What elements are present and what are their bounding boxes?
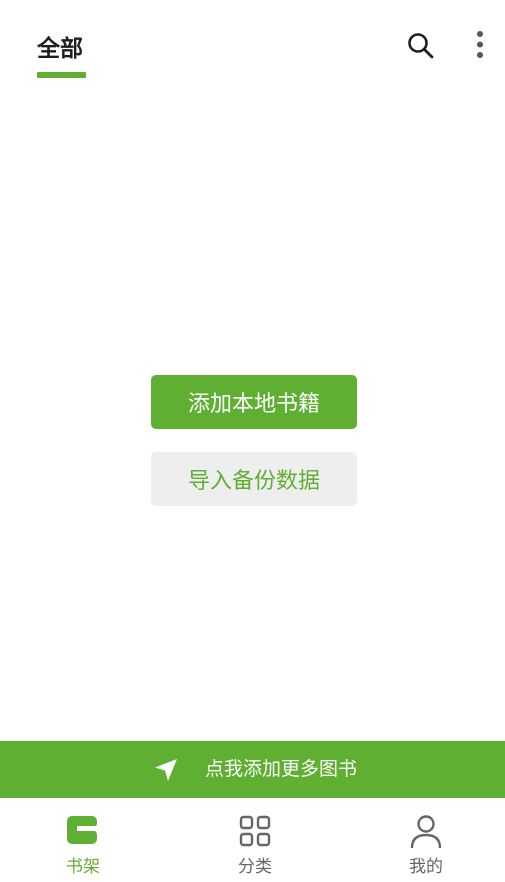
search-button[interactable]: [400, 25, 440, 65]
nav-item-category[interactable]: 分类: [195, 798, 315, 882]
bookshelf-icon: [67, 816, 97, 844]
tab-all[interactable]: 全部: [37, 24, 87, 80]
top-app-bar: 全部: [0, 0, 505, 88]
add-local-books-button[interactable]: 添加本地书籍: [151, 375, 357, 429]
import-backup-button[interactable]: 导入备份数据: [151, 452, 357, 506]
nav-label-bookshelf: 书架: [66, 857, 100, 877]
banner-text: 点我添加更多图书: [205, 758, 358, 780]
tab-all-label: 全部: [37, 36, 83, 62]
bottom-navigation: 书架 分类 我的: [0, 798, 505, 882]
more-options-button[interactable]: [464, 25, 496, 65]
nav-item-mine[interactable]: 我的: [366, 798, 486, 882]
nav-label-mine: 我的: [409, 857, 443, 877]
grid-icon: [239, 815, 271, 847]
person-icon: [410, 815, 442, 849]
search-icon: [408, 33, 434, 59]
send-arrow-icon: [155, 759, 177, 781]
add-local-books-label: 添加本地书籍: [187, 392, 320, 417]
tab-active-indicator: [37, 72, 86, 78]
import-backup-label: 导入备份数据: [187, 469, 320, 494]
nav-item-bookshelf[interactable]: 书架: [23, 798, 143, 882]
more-vert-icon: [477, 31, 483, 58]
nav-label-category: 分类: [238, 857, 272, 877]
add-more-books-banner[interactable]: 点我添加更多图书: [0, 741, 505, 798]
